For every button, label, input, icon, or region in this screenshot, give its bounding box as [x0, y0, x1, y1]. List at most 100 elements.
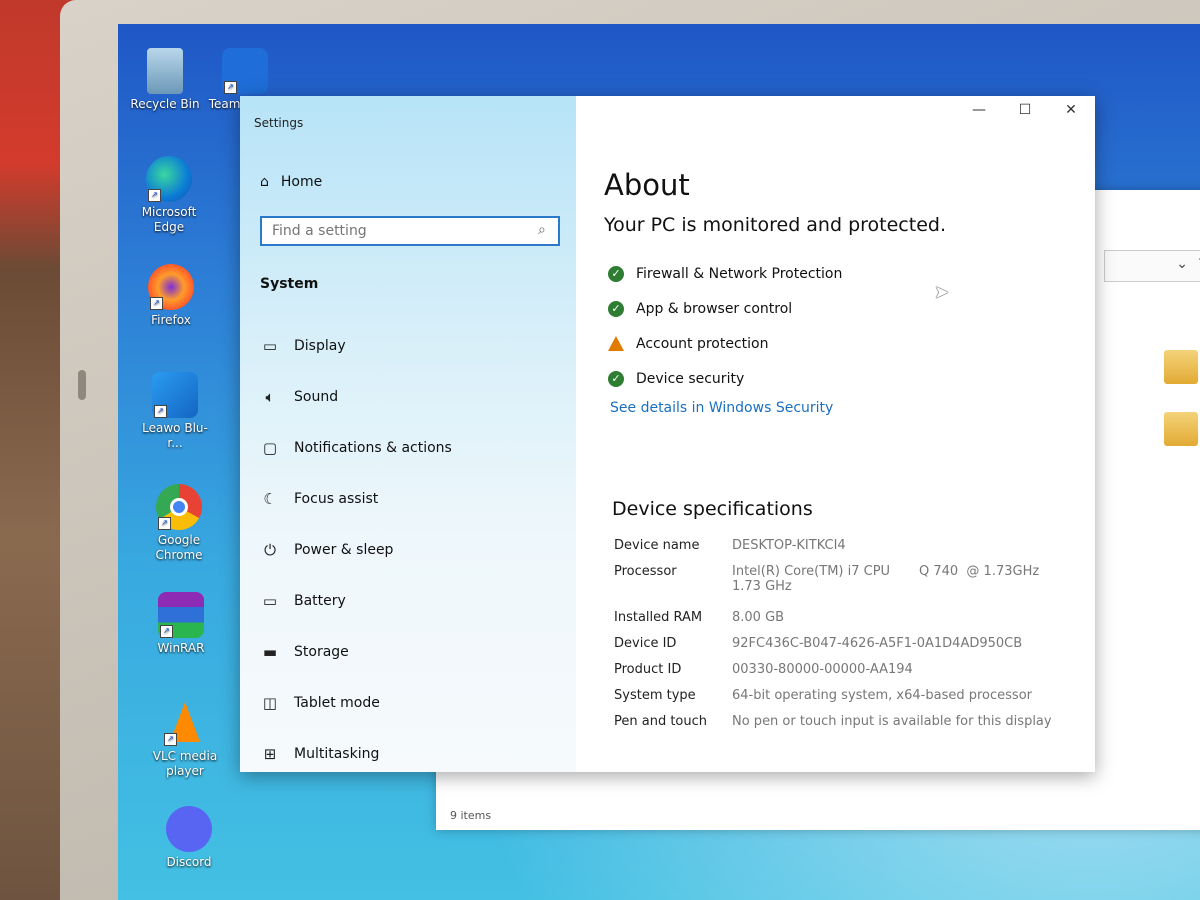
desktop-icon-leawo[interactable]: ↗ Leawo Blu-r...	[136, 372, 214, 451]
spec-value: Intel(R) Core(TM) i7 CPU Q 740 @ 1.73GHz…	[732, 564, 1040, 594]
protection-list: ✓ Firewall & Network Protection ✓ App & …	[608, 256, 842, 396]
desktop-icon-label: Discord	[166, 855, 212, 869]
chrome-icon: ↗	[156, 484, 202, 530]
sidebar-item-label: Display	[294, 337, 346, 354]
chevron-down-icon[interactable]: ⌄	[1176, 256, 1188, 272]
spec-key: Device name	[614, 538, 700, 553]
desktop-icon-chrome[interactable]: ↗ Google Chrome	[140, 484, 218, 563]
desktop-icon-recycle-bin[interactable]: Recycle Bin	[126, 48, 204, 112]
power-icon: ⏻	[264, 540, 276, 559]
battery-icon: ▭	[262, 591, 278, 610]
focus-assist-icon: ☾	[263, 489, 277, 508]
settings-sidebar: Settings ⌂ Home ⌕ System ▭ Display 🔈︎ So…	[240, 96, 576, 772]
spec-value: 92FC436C-B047-4626-A5F1-0A1D4AD950CB	[732, 636, 1023, 651]
recycle-bin-icon	[147, 48, 183, 94]
sidebar-item-label: Power & sleep	[294, 541, 394, 558]
spec-value: 64-bit operating system, x64-based proce…	[732, 688, 1032, 703]
system-nav-list: ▭ Display 🔈︎ Sound ▢ Notifications & act…	[260, 320, 452, 779]
home-nav-item[interactable]: ⌂ Home	[260, 174, 322, 190]
desktop-icon-label: WinRAR	[157, 641, 205, 655]
protection-title: Your PC is monitored and protected.	[604, 214, 946, 236]
page-title: About	[604, 168, 690, 202]
spec-value: 8.00 GB	[732, 610, 785, 625]
spec-key: Processor	[614, 564, 677, 579]
mouse-cursor-icon: ➤	[934, 282, 950, 303]
sidebar-item-label: Tablet mode	[294, 694, 380, 711]
spec-value: 00330-80000-00000-AA194	[732, 662, 913, 677]
status-bar-item-count: 9 items	[450, 809, 492, 822]
notifications-icon: ▢	[262, 438, 278, 457]
spec-key: Installed RAM	[614, 610, 703, 625]
sidebar-item-battery[interactable]: ▭ Battery	[260, 575, 452, 626]
folder-icon[interactable]	[1164, 350, 1198, 384]
teamviewer-icon: ↗	[222, 48, 268, 94]
spec-key: Product ID	[614, 662, 682, 677]
desktop-icon-vlc[interactable]: ↗ VLC media player	[146, 700, 224, 779]
settings-content: — ☐ ✕ About Your PC is monitored and pro…	[576, 96, 1095, 772]
desktop-screen: Recycle Bin ↗ TeamViewer ↗ Microsoft Edg…	[118, 24, 1200, 900]
protection-item-app-browser: ✓ App & browser control	[608, 291, 842, 326]
sidebar-item-label: Sound	[294, 388, 339, 405]
spec-value: DESKTOP-KITKCI4	[732, 538, 846, 553]
search-input[interactable]	[260, 216, 560, 246]
protection-item-device-security: ✓ Device security	[608, 361, 842, 396]
device-specs-title: Device specifications	[612, 498, 813, 520]
protection-label: Device security	[636, 370, 745, 387]
sidebar-item-sound[interactable]: 🔈︎ Sound	[260, 371, 452, 422]
desktop-icon-label: Microsoft Edge	[141, 205, 197, 234]
storage-icon: ▬	[262, 642, 278, 661]
desktop-icon-firefox[interactable]: ↗ Firefox	[132, 264, 210, 328]
table-row: Processor Intel(R) Core(TM) i7 CPU Q 740…	[614, 564, 1052, 610]
sound-icon: 🔈︎	[265, 387, 275, 406]
sidebar-item-notifications[interactable]: ▢ Notifications & actions	[260, 422, 452, 473]
home-label: Home	[280, 174, 323, 190]
desktop-icon-discord[interactable]: Discord	[150, 806, 228, 870]
close-button[interactable]: ✕	[1051, 102, 1091, 118]
display-icon: ▭	[262, 336, 278, 355]
desktop-icon-label: Leawo Blu-r...	[142, 421, 208, 450]
spec-key: Device ID	[614, 636, 677, 651]
window-title: Settings	[254, 116, 304, 130]
sidebar-item-label: Focus assist	[294, 490, 379, 507]
protection-item-firewall: ✓ Firewall & Network Protection	[608, 256, 842, 291]
protection-label: App & browser control	[636, 300, 793, 317]
desktop-icon-winrar[interactable]: ↗ WinRAR	[142, 592, 220, 656]
sidebar-item-tablet-mode[interactable]: ◫ Tablet mode	[260, 677, 452, 728]
table-row: Product ID 00330-80000-00000-AA194	[614, 662, 1052, 688]
minimize-button[interactable]: —	[959, 102, 999, 118]
tablet-mode-icon: ◫	[262, 693, 278, 712]
leawo-icon: ↗	[152, 372, 198, 418]
folder-icon[interactable]	[1164, 412, 1198, 446]
sidebar-item-focus-assist[interactable]: ☾ Focus assist	[260, 473, 452, 524]
check-icon: ✓	[608, 300, 624, 317]
sidebar-item-label: Storage	[294, 643, 349, 660]
discord-icon	[166, 806, 212, 852]
warning-icon	[608, 336, 624, 351]
windows-security-link[interactable]: See details in Windows Security	[610, 400, 833, 416]
bezel-button	[78, 370, 86, 400]
sidebar-item-storage[interactable]: ▬ Storage	[260, 626, 452, 677]
table-row: Pen and touch No pen or touch input is a…	[614, 714, 1052, 740]
desktop-icon-label: Firefox	[151, 313, 191, 327]
table-row: System type 64-bit operating system, x64…	[614, 688, 1052, 714]
sidebar-item-label: Notifications & actions	[294, 439, 452, 456]
edge-icon: ↗	[146, 156, 192, 202]
vlc-icon: ↗	[162, 700, 208, 746]
maximize-button[interactable]: ☐	[1005, 102, 1045, 118]
sidebar-item-label: Battery	[294, 592, 346, 609]
protection-item-account: Account protection	[608, 326, 842, 361]
desktop-icon-edge[interactable]: ↗ Microsoft Edge	[130, 156, 208, 235]
section-title: System	[260, 276, 319, 292]
sidebar-item-power-sleep[interactable]: ⏻ Power & sleep	[260, 524, 452, 575]
sidebar-item-display[interactable]: ▭ Display	[260, 320, 452, 371]
check-icon: ✓	[608, 265, 624, 282]
settings-window[interactable]: Settings ⌂ Home ⌕ System ▭ Display 🔈︎ So…	[240, 96, 1095, 772]
desktop-icon-label: Google Chrome	[155, 533, 203, 562]
search-icon[interactable]: ⌕	[538, 222, 546, 238]
desktop-icon-label: VLC media player	[152, 749, 218, 778]
table-row: Installed RAM 8.00 GB	[614, 610, 1052, 636]
sidebar-item-multitasking[interactable]: ⊞ Multitasking	[260, 728, 452, 779]
firefox-icon: ↗	[148, 264, 194, 310]
table-row: Device name DESKTOP-KITKCI4	[614, 538, 1052, 564]
device-specs-table: Device name DESKTOP-KITKCI4 Processor In…	[614, 538, 1052, 740]
